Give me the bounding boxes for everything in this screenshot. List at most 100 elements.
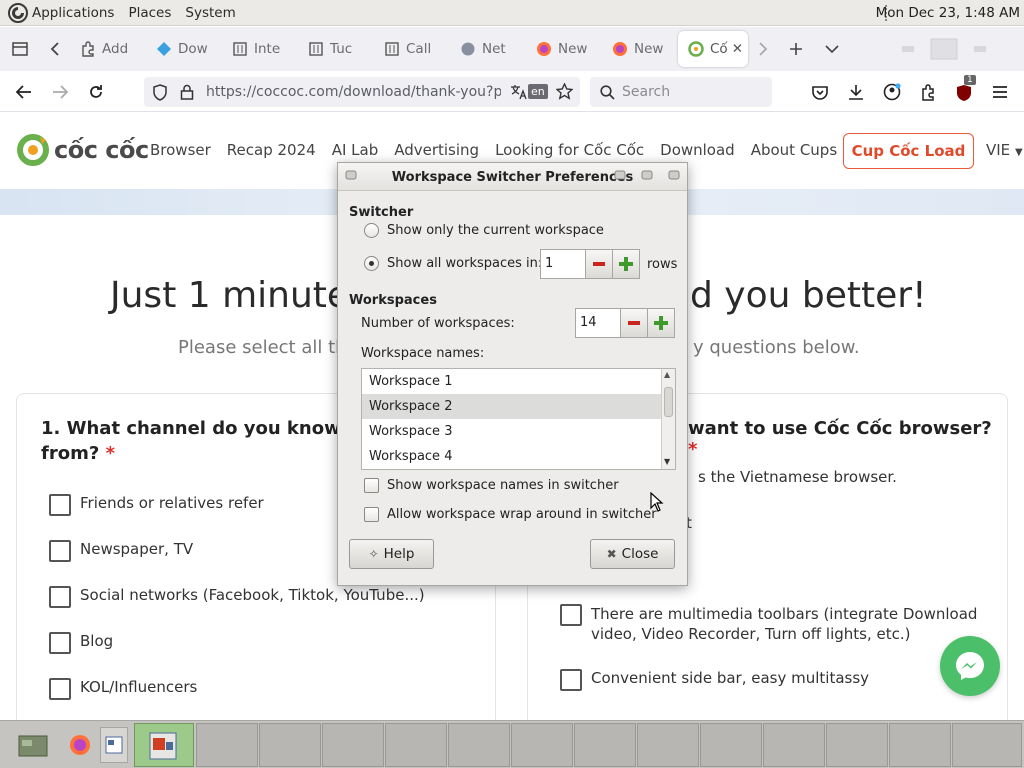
scroll-down-arrow-icon[interactable]: ▼ xyxy=(664,457,670,466)
taskbar-window-2[interactable] xyxy=(134,723,194,767)
distro-logo-icon[interactable] xyxy=(8,2,28,23)
workspace-7[interactable] xyxy=(448,723,510,767)
nav-about-cups[interactable]: About Cups xyxy=(751,141,837,159)
num-increase-button[interactable] xyxy=(648,308,675,338)
workspace-name-row[interactable]: Workspace 4 xyxy=(362,444,675,469)
tab-1[interactable]: Add xyxy=(70,31,146,67)
search-box[interactable]: Search xyxy=(590,77,772,107)
bookmark-star-icon[interactable] xyxy=(556,83,573,100)
url-text[interactable]: https://coccoc.com/download/thank-you?pl… xyxy=(206,84,501,100)
tab-2[interactable]: Dow xyxy=(146,31,222,67)
url-bar[interactable]: https://coccoc.com/download/thank-you?pl… xyxy=(144,77,580,107)
nav-browser[interactable]: Browser xyxy=(150,141,211,159)
rows-increase-button[interactable] xyxy=(613,249,640,279)
num-decrease-button[interactable] xyxy=(621,308,648,338)
checkbox[interactable] xyxy=(49,678,71,700)
back-button[interactable] xyxy=(10,78,38,106)
site-logo[interactable]: cốc cốc xyxy=(16,133,149,167)
menu-places[interactable]: Places xyxy=(128,5,171,21)
rows-input[interactable]: 1 xyxy=(540,249,586,279)
option-friends[interactable]: Friends or relatives refer xyxy=(49,494,264,516)
workspace-14[interactable] xyxy=(889,723,951,767)
workspace-name-row-selected[interactable]: Workspace 2 xyxy=(362,394,675,419)
nav-recap[interactable]: Recap 2024 xyxy=(227,141,316,159)
list-scrollbar[interactable]: ▲ ▼ xyxy=(661,369,675,469)
workspace-name-row[interactable]: Workspace 3 xyxy=(362,419,675,444)
checkbox[interactable] xyxy=(49,494,71,516)
workspace-11[interactable] xyxy=(700,723,762,767)
nav-advertising[interactable]: Advertising xyxy=(394,141,479,159)
workspace-15[interactable] xyxy=(952,723,1022,767)
workspace-8[interactable] xyxy=(511,723,573,767)
messenger-chat-button[interactable] xyxy=(940,636,1000,696)
checkbox[interactable] xyxy=(364,507,379,522)
option-sidebar[interactable]: Convenient side bar, easy multitassy xyxy=(560,669,869,691)
list-all-tabs-button[interactable] xyxy=(814,31,850,67)
tab-3[interactable]: Inte xyxy=(222,31,298,67)
extensions-button[interactable] xyxy=(914,78,942,106)
workspace-3[interactable] xyxy=(196,723,258,767)
download-cta-button[interactable]: Cup Cốc Load xyxy=(843,133,974,169)
option-blog[interactable]: Blog xyxy=(49,632,113,654)
checkbox[interactable] xyxy=(49,586,71,608)
reload-button[interactable] xyxy=(82,78,110,106)
show-desktop-button[interactable] xyxy=(6,727,58,763)
radio-current-workspace[interactable]: Show only the current workspace xyxy=(364,223,604,238)
language-selector[interactable]: VIE ▼ xyxy=(986,141,1023,159)
scrollbar-thumb[interactable] xyxy=(664,387,673,417)
workspace-10[interactable] xyxy=(637,723,699,767)
close-button[interactable]: ✖ Close xyxy=(590,539,675,569)
tab-4[interactable]: Tuc xyxy=(298,31,374,67)
check-show-names[interactable]: Show workspace names in switcher xyxy=(364,478,619,493)
tab-overview-button[interactable] xyxy=(0,31,40,67)
forward-button[interactable] xyxy=(46,78,74,106)
tab-6[interactable]: Net xyxy=(450,31,526,67)
tab-active[interactable]: Cố ✕ xyxy=(678,31,748,67)
maximize-icon[interactable] xyxy=(640,168,654,182)
workspace-names-list[interactable]: Workspace 1 Workspace 2 Workspace 3 Work… xyxy=(361,368,676,470)
checkbox[interactable] xyxy=(49,540,71,562)
translate-icon[interactable] xyxy=(510,84,527,100)
workspace-4[interactable] xyxy=(259,723,321,767)
workspace-13[interactable] xyxy=(826,723,888,767)
ublock-button[interactable]: 1 xyxy=(950,75,978,106)
workspace-6[interactable] xyxy=(385,723,447,767)
nav-looking-for[interactable]: Looking for Cốc Cốc xyxy=(495,141,644,159)
translate-badge[interactable]: en xyxy=(528,84,548,99)
checkbox[interactable] xyxy=(49,632,71,654)
workspace-12[interactable] xyxy=(763,723,825,767)
firefox-launcher[interactable] xyxy=(68,733,92,757)
option-kol[interactable]: KOL/Influencers xyxy=(49,678,197,700)
radio-all-workspaces[interactable]: Show all workspaces in: xyxy=(364,256,542,271)
tab-scroll-right-button[interactable] xyxy=(748,31,778,67)
checkbox[interactable] xyxy=(364,478,379,493)
dialog-titlebar[interactable]: Workspace Switcher Preferences xyxy=(338,163,687,191)
downloads-button[interactable] xyxy=(842,78,870,106)
scroll-up-arrow-icon[interactable]: ▲ xyxy=(664,370,670,379)
menu-system[interactable]: System xyxy=(185,5,235,21)
radio-button[interactable] xyxy=(364,223,379,238)
radio-button[interactable] xyxy=(364,256,379,271)
close-icon[interactable] xyxy=(667,168,681,182)
pocket-button[interactable] xyxy=(806,78,834,106)
menu-applications[interactable]: Applications xyxy=(32,5,114,21)
tab-8[interactable]: New xyxy=(602,31,678,67)
checkbox[interactable] xyxy=(560,669,582,691)
minimize-icon[interactable] xyxy=(613,168,627,182)
tab-5[interactable]: Call xyxy=(374,31,450,67)
taskbar-window-1[interactable] xyxy=(100,727,128,763)
tab-scroll-left-button[interactable] xyxy=(40,31,70,67)
shield-icon[interactable] xyxy=(152,84,168,101)
help-button[interactable]: ✧ Help xyxy=(349,539,434,569)
window-maximize-button[interactable] xyxy=(926,31,962,67)
rows-decrease-button[interactable] xyxy=(586,249,613,279)
lock-icon[interactable] xyxy=(180,84,194,100)
window-close-button[interactable] xyxy=(962,31,998,67)
check-wrap-around[interactable]: Allow workspace wrap around in switcher xyxy=(364,507,657,522)
account-button[interactable] xyxy=(878,78,906,106)
option-newspaper[interactable]: Newspaper, TV xyxy=(49,540,193,562)
close-tab-icon[interactable]: ✕ xyxy=(732,41,743,57)
new-tab-button[interactable] xyxy=(778,31,814,67)
option-multimedia[interactable]: There are multimedia toolbars (integrate… xyxy=(560,604,980,644)
tab-7[interactable]: New xyxy=(526,31,602,67)
